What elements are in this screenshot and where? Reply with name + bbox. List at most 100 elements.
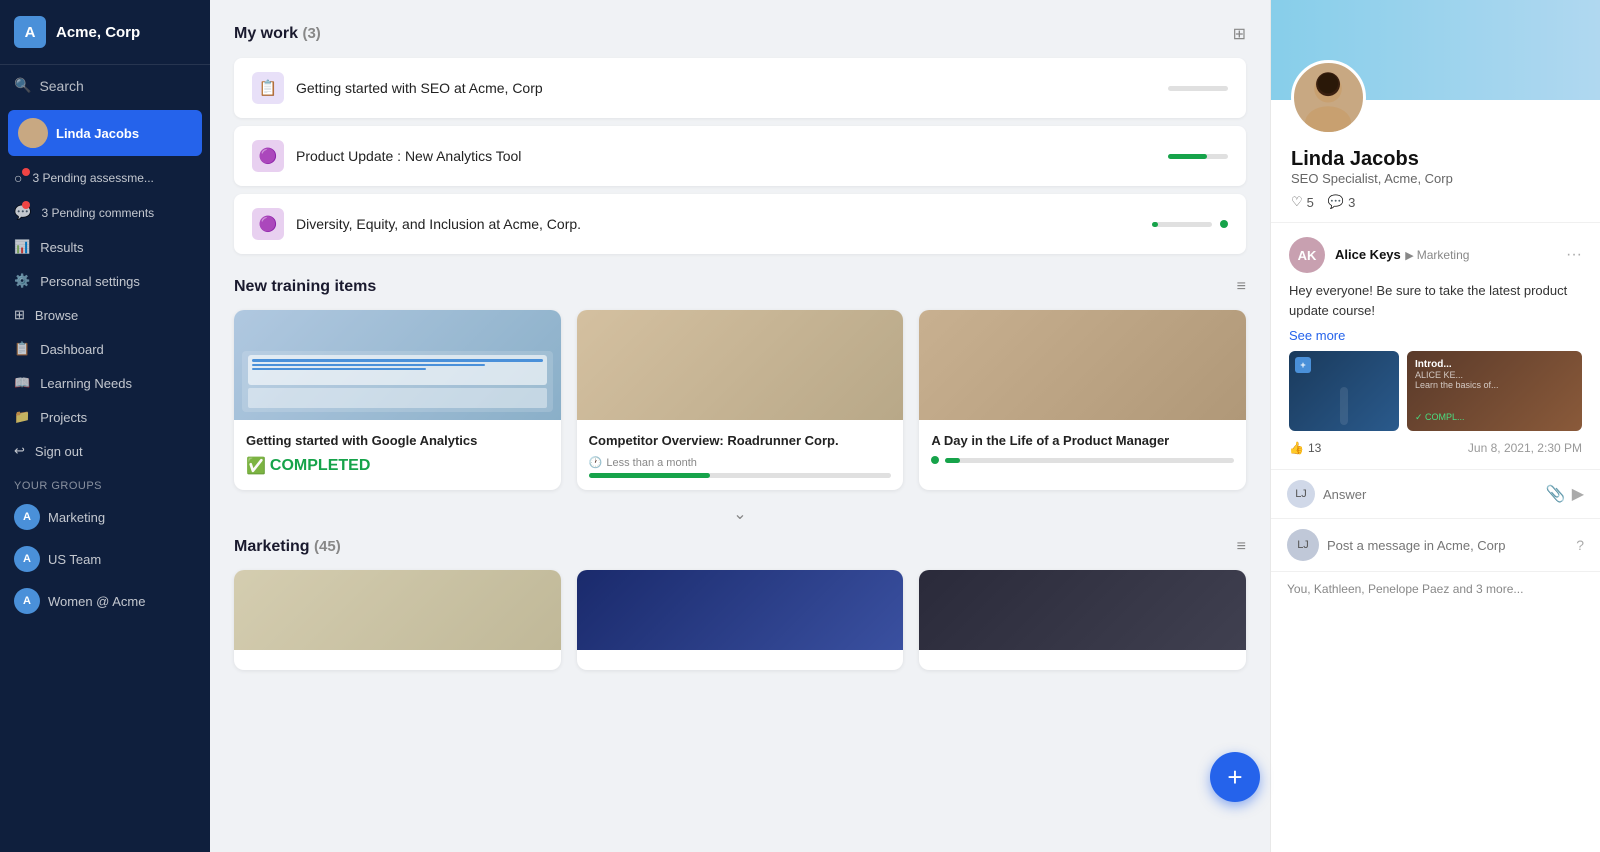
help-icon[interactable]: ?	[1576, 537, 1584, 553]
likes-stat: ♡ 5	[1291, 194, 1314, 210]
chart-icon: 📊	[14, 239, 30, 255]
post-footer: 👍 13 Jun 8, 2021, 2:30 PM	[1289, 441, 1582, 455]
nav-label: Learning Needs	[40, 376, 132, 391]
marketing-card-3[interactable]	[919, 570, 1246, 670]
sidebar-item-dashboard[interactable]: 📋 Dashboard	[0, 332, 210, 366]
media-title-label: Introd...	[1415, 359, 1574, 370]
marketing-card-1[interactable]	[234, 570, 561, 670]
sidebar-item-personal-settings[interactable]: ⚙️ Personal settings	[0, 264, 210, 298]
notification-dot	[22, 168, 30, 176]
work-item-title: Diversity, Equity, and Inclusion at Acme…	[296, 216, 1140, 232]
feed-post: AK Alice Keys ▶ Marketing ··· Hey everyo…	[1271, 222, 1600, 469]
work-item-icon: 📋	[252, 72, 284, 104]
training-card-competitor[interactable]: Competitor Overview: Roadrunner Corp. 🕐 …	[577, 310, 904, 490]
sidebar-item-sign-out[interactable]: ↩ Sign out	[0, 434, 210, 468]
marketing-card-body	[234, 650, 561, 670]
comments-stat: 💬 3	[1328, 194, 1355, 210]
sidebar-item-pending-assessments[interactable]: ○ 3 Pending assessme...	[0, 160, 210, 195]
post-destination: Marketing	[1417, 248, 1470, 262]
dashboard-icon: 📋	[14, 341, 30, 357]
sidebar-item-results[interactable]: 📊 Results	[0, 230, 210, 264]
sidebar-item-projects[interactable]: 📁 Projects	[0, 400, 210, 434]
completed-badge: ✅ COMPLETED	[246, 456, 549, 476]
profile-role: SEO Specialist, Acme, Corp	[1291, 171, 1580, 186]
clock-icon: 🕐	[589, 456, 603, 469]
attachment-icon[interactable]: 📎	[1546, 484, 1566, 504]
sidebar-item-pending-comments[interactable]: 💬 3 Pending comments	[0, 195, 210, 230]
post-message-input[interactable]	[1327, 538, 1568, 553]
training-card-image	[577, 310, 904, 420]
marketing-card-2[interactable]	[577, 570, 904, 670]
sidebar-item-us-team[interactable]: A US Team	[0, 538, 210, 580]
training-card-google-analytics[interactable]: Getting started with Google Analytics ✅ …	[234, 310, 561, 490]
sidebar-item-browse[interactable]: ⊞ Browse	[0, 298, 210, 332]
training-card-product-manager[interactable]: A Day in the Life of a Product Manager	[919, 310, 1246, 490]
answer-input[interactable]	[1323, 487, 1538, 502]
current-user-item[interactable]: Linda Jacobs	[8, 110, 202, 156]
work-item-seo[interactable]: 📋 Getting started with SEO at Acme, Corp	[234, 58, 1246, 118]
grid-view-icon[interactable]: ⊞	[1233, 24, 1246, 44]
work-item-title: Product Update : New Analytics Tool	[296, 148, 1156, 164]
group-avatar-marketing: A	[14, 504, 40, 530]
main-content: My work (3) ⊞ 📋 Getting started with SEO…	[210, 0, 1270, 852]
profile-avatar-container	[1291, 60, 1366, 135]
training-progress-row	[589, 473, 892, 478]
marketing-title: Marketing (45)	[234, 538, 341, 556]
marketing-card-image	[919, 570, 1246, 650]
sidebar-item-marketing[interactable]: A Marketing	[0, 496, 210, 538]
like-count: 13	[1308, 441, 1321, 455]
app-name: Acme, Corp	[56, 24, 140, 41]
group-name: Women @ Acme	[48, 594, 146, 609]
nav-label: Dashboard	[40, 342, 104, 357]
comments-count: 3	[1348, 195, 1355, 210]
post-media-thumb-left[interactable]: +	[1289, 351, 1399, 431]
sidebar-logo: A Acme, Corp	[0, 0, 210, 65]
sidebar-item-women-acme[interactable]: A Women @ Acme	[0, 580, 210, 622]
gear-icon: ⚙️	[14, 273, 30, 289]
post-author-name: Alice Keys	[1335, 247, 1401, 262]
training-card-title: A Day in the Life of a Product Manager	[931, 432, 1234, 450]
post-media-info: Introd... ALICE KE... Learn the basics o…	[1407, 351, 1582, 431]
my-work-title: My work (3)	[234, 25, 321, 43]
like-button[interactable]: 👍 13	[1289, 441, 1321, 455]
more-content-hint: You, Kathleen, Penelope Paez and 3 more.…	[1271, 571, 1600, 606]
fab-button[interactable]: +	[1210, 752, 1260, 802]
groups-section-label: Your groups	[0, 468, 210, 496]
training-progress-row	[931, 456, 1234, 464]
profile-stats: ♡ 5 💬 3	[1291, 194, 1580, 210]
new-training-title: New training items	[234, 278, 376, 296]
post-time: Jun 8, 2021, 2:30 PM	[1468, 441, 1582, 455]
show-more-button[interactable]: ⌄	[234, 498, 1246, 530]
profile-avatar	[1291, 60, 1366, 135]
post-more-button[interactable]: ···	[1566, 246, 1582, 264]
search-label: Search	[39, 78, 83, 94]
avatar	[18, 118, 48, 148]
current-user-name: Linda Jacobs	[56, 126, 139, 141]
marketing-grid	[234, 570, 1246, 670]
group-avatar-women-acme: A	[14, 588, 40, 614]
profile-name: Linda Jacobs	[1291, 148, 1580, 171]
work-item-analytics[interactable]: 🟣 Product Update : New Analytics Tool	[234, 126, 1246, 186]
likes-count: 5	[1307, 195, 1314, 210]
training-card-title: Getting started with Google Analytics	[246, 432, 549, 450]
see-more-link[interactable]: See more	[1289, 328, 1582, 343]
training-card-title: Competitor Overview: Roadrunner Corp.	[589, 432, 892, 450]
comment-icon: 💬	[1328, 194, 1344, 210]
search-button[interactable]: 🔍 Search	[0, 65, 210, 106]
checkmark-icon: ✅	[246, 456, 266, 476]
marketing-card-image	[234, 570, 561, 650]
work-item-title: Getting started with SEO at Acme, Corp	[296, 80, 1156, 96]
sidebar-item-learning-needs[interactable]: 📖 Learning Needs	[0, 366, 210, 400]
training-grid: Getting started with Google Analytics ✅ …	[234, 310, 1246, 490]
nav-label: 3 Pending assessme...	[32, 171, 153, 185]
training-card-image	[234, 310, 561, 420]
list-view-icon[interactable]: ≡	[1237, 278, 1246, 296]
work-item-dei[interactable]: 🟣 Diversity, Equity, and Inclusion at Ac…	[234, 194, 1246, 254]
work-item-icon: 🟣	[252, 208, 284, 240]
nav-label: Projects	[40, 410, 87, 425]
post-author-info: Alice Keys ▶ Marketing	[1335, 246, 1469, 264]
send-icon[interactable]: ▶	[1572, 484, 1584, 504]
grid-icon: ⊞	[14, 307, 25, 323]
list-view-icon-marketing[interactable]: ≡	[1237, 538, 1246, 556]
training-time: 🕐 Less than a month	[589, 456, 892, 469]
